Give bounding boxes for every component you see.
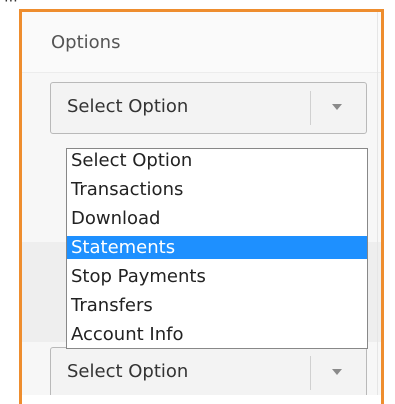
dropdown-option-download[interactable]: Download xyxy=(67,207,367,230)
options-select-value: Select Option xyxy=(67,361,189,382)
select-divider xyxy=(310,356,311,390)
options-dropdown-list[interactable]: Select Option Transactions Download Stat… xyxy=(66,148,368,349)
options-title: Options xyxy=(51,32,121,53)
panel-right-divider xyxy=(377,12,378,395)
options-select-primary[interactable]: Select Option xyxy=(50,82,367,134)
select-divider xyxy=(310,91,311,125)
dropdown-option-stop-payments[interactable]: Stop Payments xyxy=(67,265,367,288)
caret-down-icon[interactable] xyxy=(332,104,342,110)
dropdown-option-statements[interactable]: Statements xyxy=(67,236,367,259)
dropdown-option-select-option[interactable]: Select Option xyxy=(67,149,367,172)
caret-down-icon[interactable] xyxy=(332,369,342,375)
dropdown-option-account-info[interactable]: Account Info xyxy=(67,323,367,346)
ellipsis-icon: ⋯ xyxy=(4,0,19,9)
header-divider xyxy=(22,72,381,73)
options-select-value: Select Option xyxy=(67,96,189,117)
dropdown-option-transfers[interactable]: Transfers xyxy=(67,294,367,317)
options-select-secondary[interactable]: Select Option xyxy=(50,347,367,395)
dropdown-option-transactions[interactable]: Transactions xyxy=(67,178,367,201)
